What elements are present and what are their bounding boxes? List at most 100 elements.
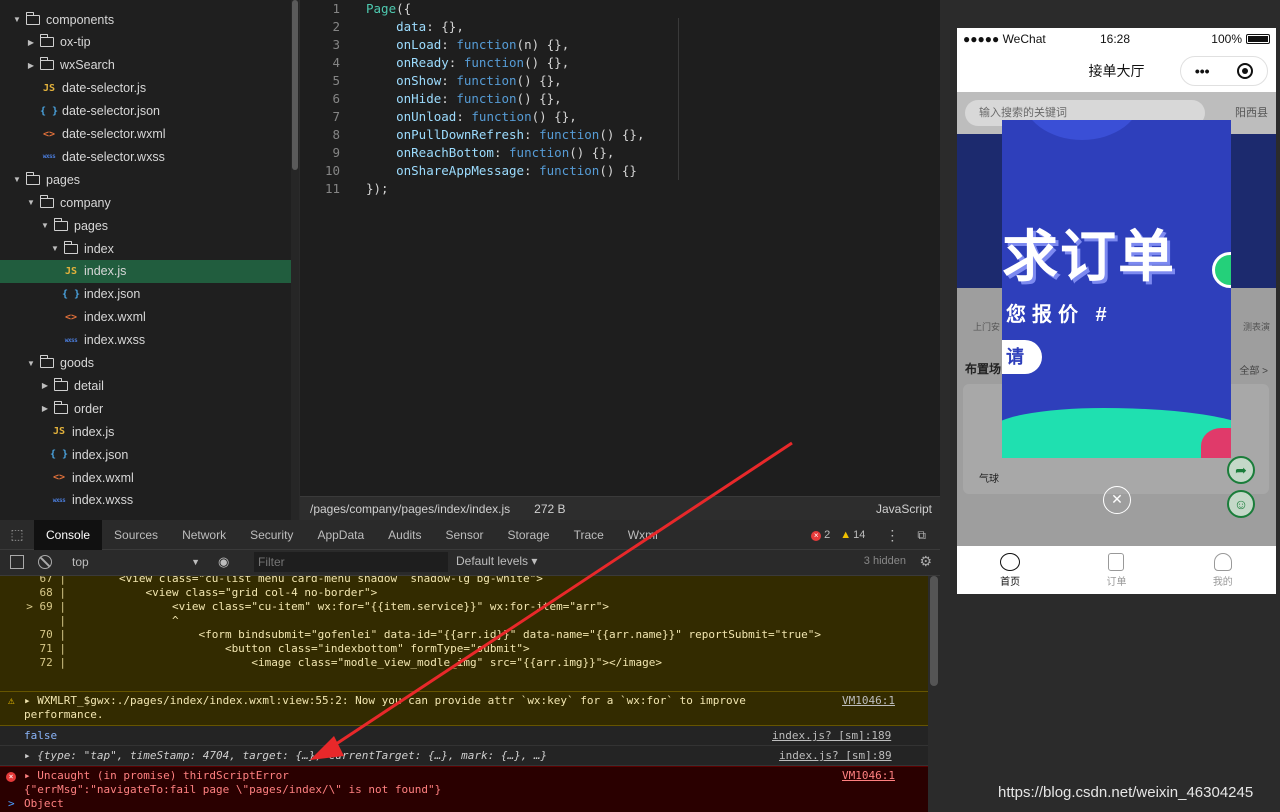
log-object[interactable]: ▸ {type: "tap", timeStamp: 4704, target:… [24, 749, 547, 763]
tab-security[interactable]: Security [238, 520, 305, 550]
console-scrollbar[interactable] [928, 576, 940, 812]
more-icon[interactable]: ⋮ [885, 527, 899, 544]
code-line[interactable]: 6 onHide: function() {}, [300, 90, 940, 108]
code-line[interactable]: 1 Page({ [300, 0, 940, 18]
clear-console-icon[interactable] [38, 555, 52, 569]
chevron-right-icon[interactable]: ▶ [40, 381, 50, 390]
floating-button[interactable] [1212, 252, 1231, 288]
tree-item[interactable]: { } index.json [0, 443, 291, 466]
chevron-down-icon[interactable]: ▼ [12, 175, 22, 184]
scrollbar-thumb[interactable] [292, 0, 298, 170]
source-link[interactable]: index.js? [sm]:189 [772, 729, 891, 743]
tree-item[interactable]: JS index.js [0, 420, 291, 443]
source-link[interactable]: VM1046:1 [842, 769, 895, 783]
tree-item[interactable]: wxss date-selector.wxss [0, 145, 291, 168]
wxss-file-icon: wxss [52, 496, 66, 504]
phone-tab[interactable]: 订单 [1063, 546, 1169, 594]
chevron-down-icon[interactable]: ▼ [40, 221, 50, 230]
tree-item[interactable]: ▼ components [0, 8, 291, 31]
miniprogram-capsule[interactable]: ••• [1180, 56, 1268, 86]
promo-popup[interactable]: 求订单 您报价 # 请 [1002, 120, 1231, 458]
issue-counts[interactable]: × 2 ▲ 14 ⋮ ⧉ [811, 520, 926, 550]
tree-item[interactable]: wxss index.wxss [0, 329, 291, 352]
phone-tab[interactable]: 我的 [1170, 546, 1276, 594]
tree-item[interactable]: ▼ goods [0, 352, 291, 375]
phone-tab[interactable]: 首页 [957, 546, 1063, 594]
tree-item[interactable]: ▼ pages [0, 214, 291, 237]
dock-icon[interactable]: ⧉ [917, 528, 926, 543]
language-mode[interactable]: JavaScript [876, 502, 932, 516]
code-line[interactable]: 3 onLoad: function(n) {}, [300, 36, 940, 54]
more-icon[interactable]: ••• [1195, 63, 1210, 79]
section-more-link[interactable]: 全部 > [1239, 362, 1268, 377]
code-line[interactable]: 5 onShow: function() {}, [300, 72, 940, 90]
tab-appdata[interactable]: AppData [305, 520, 376, 550]
tree-item[interactable]: ▼ pages [0, 168, 291, 191]
tab-network[interactable]: Network [170, 520, 238, 550]
close-popup-icon[interactable]: ✕ [1103, 486, 1131, 514]
inspect-icon[interactable]: ⬚ [0, 526, 34, 543]
code-line[interactable]: 4 onReady: function() {}, [300, 54, 940, 72]
code-line[interactable]: 9 onReachBottom: function() {}, [300, 144, 940, 162]
tab-sensor[interactable]: Sensor [434, 520, 496, 550]
tree-item[interactable]: ▶ wxSearch [0, 54, 291, 77]
tree-item[interactable]: wxss index.wxss [0, 489, 291, 512]
tab-trace[interactable]: Trace [562, 520, 616, 550]
console-output[interactable]: 67 | <view class="cu-list menu card-menu… [0, 576, 928, 812]
tree-item-label: index.wxss [84, 333, 146, 348]
tab-wxml[interactable]: Wxml [616, 520, 670, 550]
context-select[interactable]: top ▼ [64, 552, 204, 572]
tab-sources[interactable]: Sources [102, 520, 170, 550]
sidebar-toggle-icon[interactable] [10, 555, 24, 569]
category-label[interactable]: 上门安 [973, 320, 1000, 333]
share-icon[interactable]: ➦ [1227, 456, 1255, 484]
json-file-icon: { } [62, 288, 81, 300]
gear-icon[interactable]: ⚙ [919, 553, 932, 570]
chevron-right-icon[interactable]: ▶ [26, 61, 36, 70]
tree-item[interactable]: { } index.json [0, 283, 291, 306]
tree-item[interactable]: ▶ order [0, 397, 291, 420]
category-label[interactable]: 测表演 [1243, 320, 1270, 333]
code-line[interactable]: 2 data: {}, [300, 18, 940, 36]
console-prompt[interactable]: > [8, 797, 15, 811]
tree-item[interactable]: JS date-selector.js [0, 77, 291, 100]
source-link[interactable]: index.js? [sm]:89 [779, 749, 892, 763]
chevron-down-icon[interactable]: ▼ [26, 359, 36, 368]
popup-action-button[interactable]: 请 [1002, 340, 1042, 374]
chevron-down-icon[interactable]: ▼ [26, 198, 36, 207]
log-levels-select[interactable]: Default levels ▾ [456, 554, 537, 568]
tree-item[interactable]: JS index.js [0, 259, 291, 283]
tree-item[interactable]: <> date-selector.wxml [0, 123, 291, 146]
error-text[interactable]: ▸ Uncaught (in promise) thirdScriptError [24, 769, 289, 783]
filter-input[interactable] [254, 552, 448, 572]
tree-item[interactable]: <> index.wxml [0, 466, 291, 489]
code-line[interactable]: 11}); [300, 180, 940, 198]
close-miniprogram-icon[interactable] [1237, 63, 1254, 79]
eye-icon[interactable]: ◉ [218, 554, 229, 570]
tree-item[interactable]: ▶ detail [0, 374, 291, 397]
code-editor[interactable]: 1 Page({2 data: {}, 3 onLoad: function(n) … [300, 0, 940, 496]
tree-item[interactable]: ▼ company [0, 191, 291, 214]
chevron-down-icon[interactable]: ▼ [12, 15, 22, 24]
file-tree-scrollbar[interactable] [291, 0, 299, 520]
tree-item-label: wxSearch [60, 58, 115, 73]
source-line-number: 67 | [39, 576, 67, 585]
tree-item[interactable]: { } date-selector.json [0, 100, 291, 123]
code-line[interactable]: 8 onPullDownRefresh: function() {}, [300, 126, 940, 144]
source-link[interactable]: VM1046:1 [842, 694, 895, 708]
chevron-right-icon[interactable]: ▶ [40, 404, 50, 413]
service-icon[interactable]: ☺ [1227, 490, 1255, 518]
code-line[interactable]: 10 onShareAppMessage: function() {} [300, 162, 940, 180]
chevron-down-icon[interactable]: ▼ [50, 244, 60, 253]
tree-item[interactable]: <> index.wxml [0, 306, 291, 329]
chevron-right-icon[interactable]: ▶ [26, 38, 36, 47]
tab-audits[interactable]: Audits [376, 520, 433, 550]
scrollbar-thumb[interactable] [930, 576, 938, 686]
hidden-count: 3 hidden [863, 555, 906, 567]
tab-console[interactable]: Console [34, 519, 103, 550]
tree-item[interactable]: ▶ ox-tip [0, 31, 291, 54]
tree-item[interactable]: ▼ index [0, 237, 291, 260]
code-line[interactable]: 7 onUnload: function() {}, [300, 108, 940, 126]
tab-storage[interactable]: Storage [496, 520, 562, 550]
region-selector[interactable]: 阳西县 [1235, 104, 1268, 120]
